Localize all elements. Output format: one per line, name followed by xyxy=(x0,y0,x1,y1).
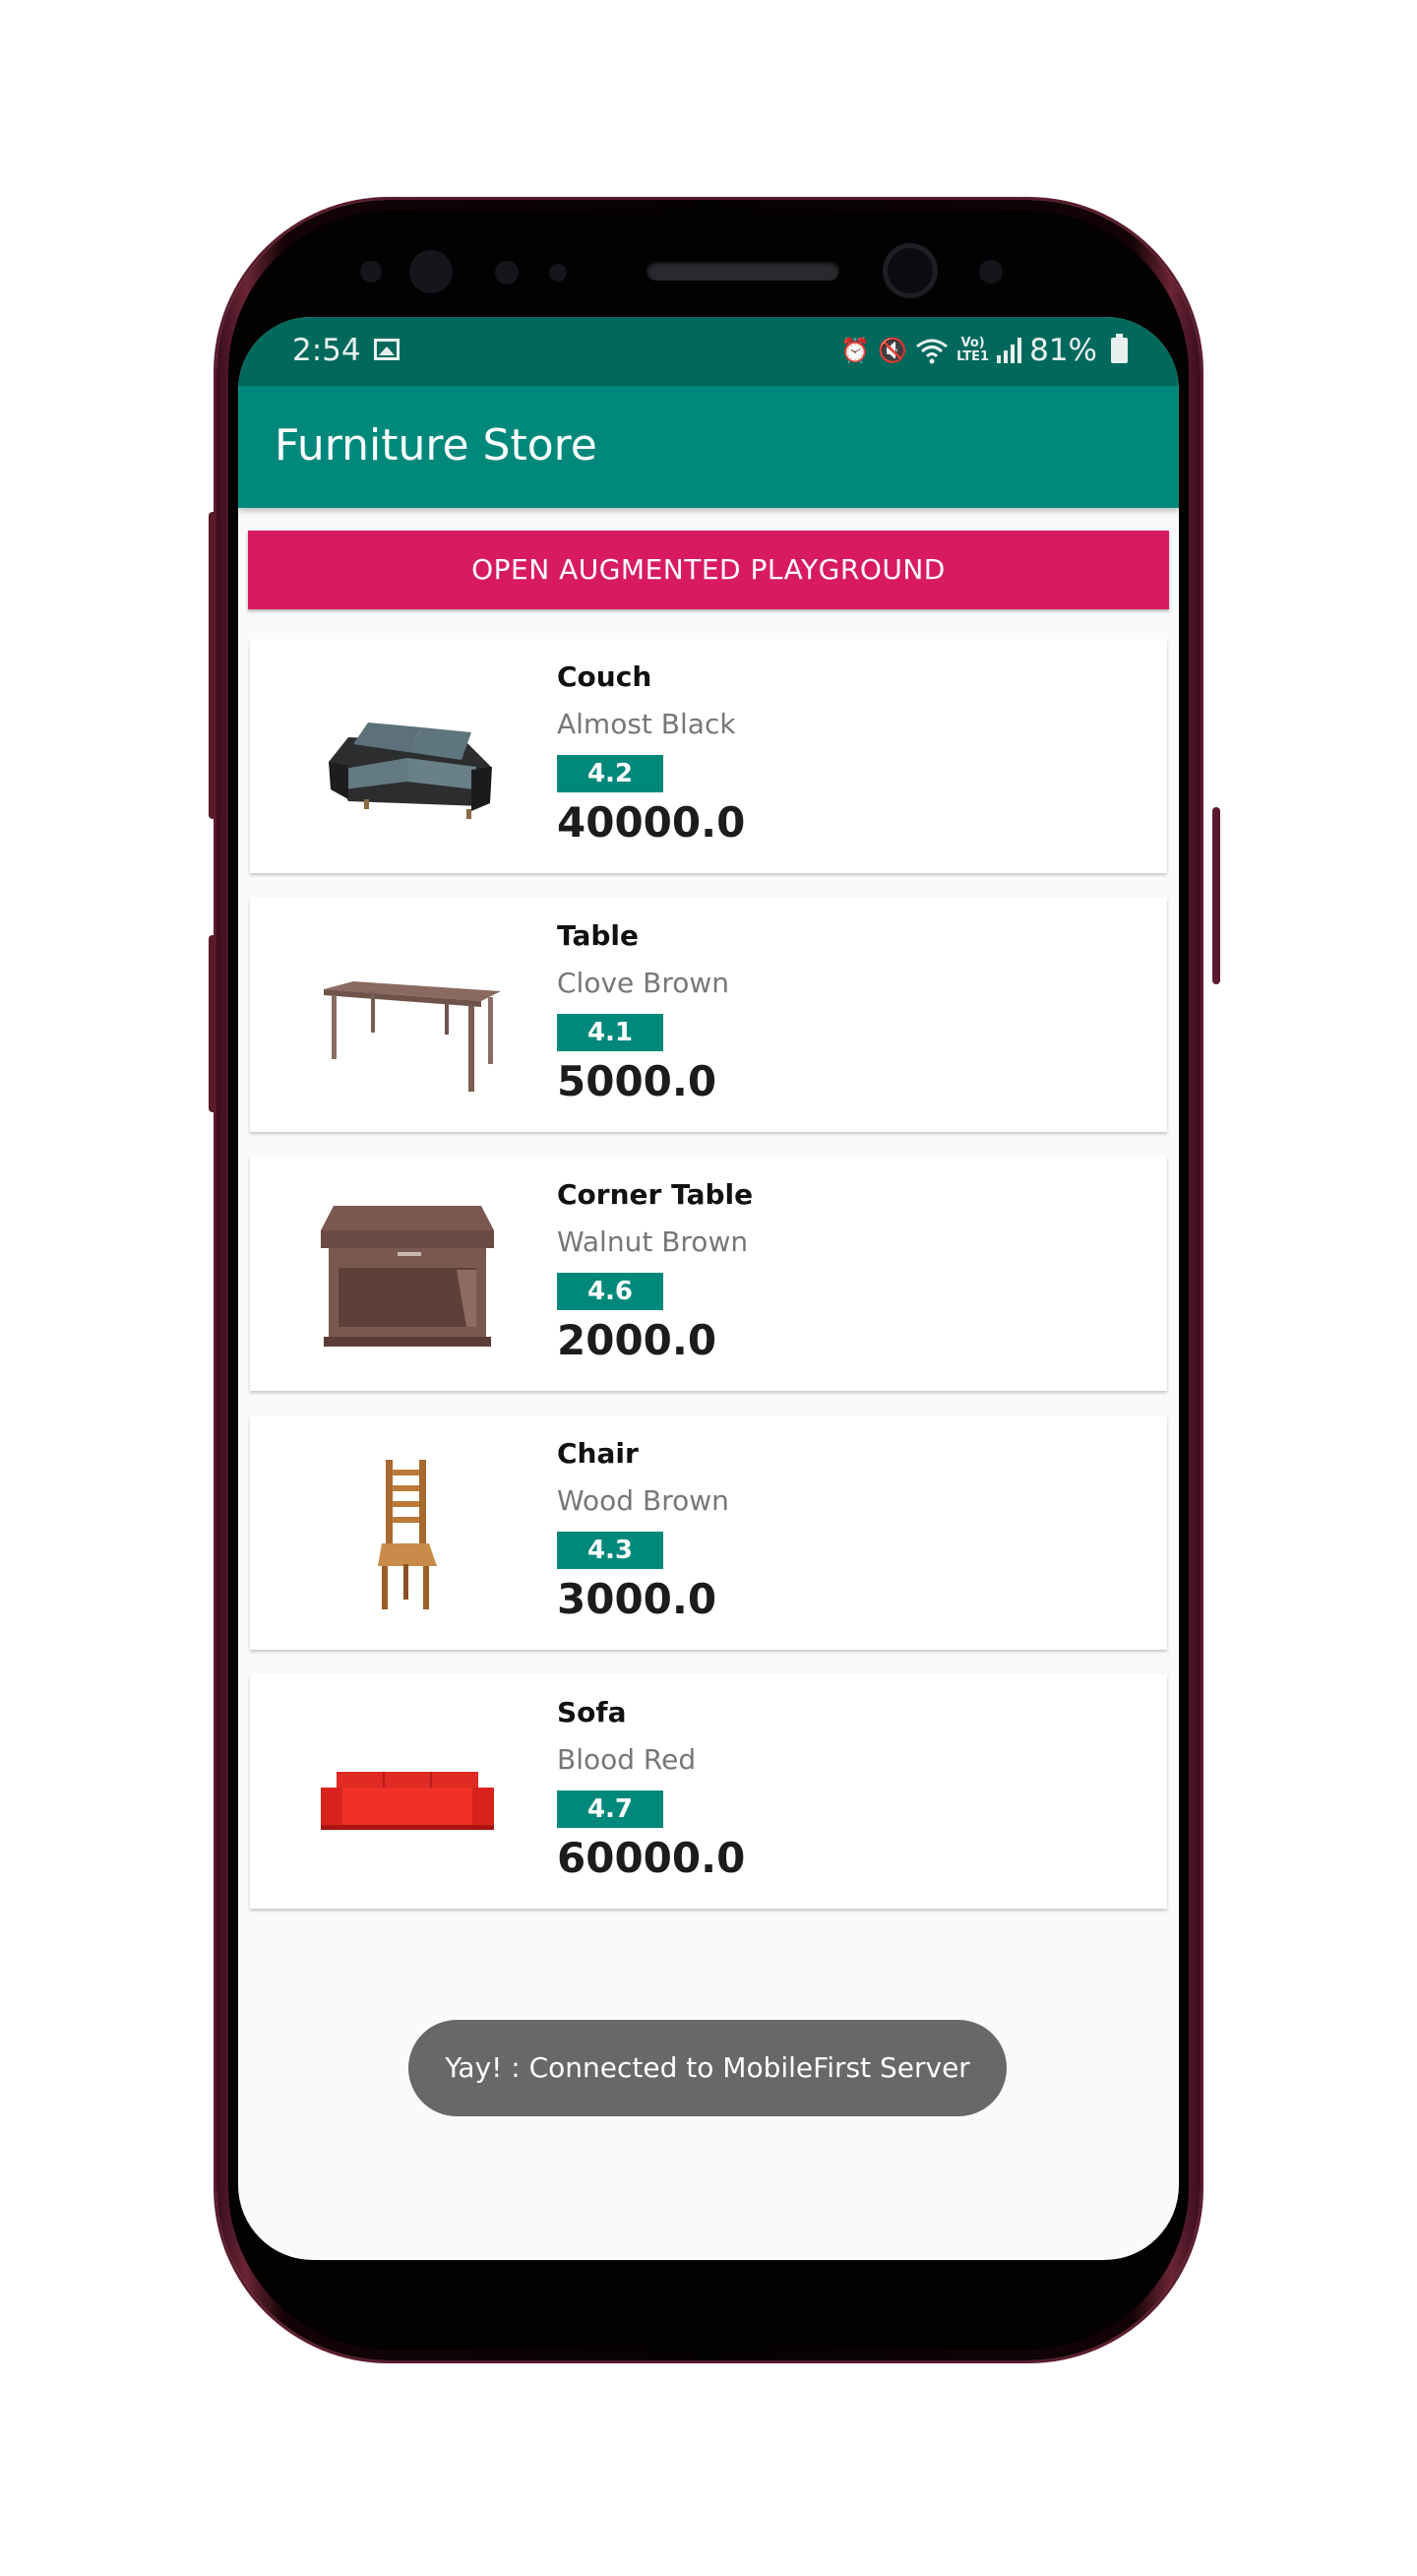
sofa-icon xyxy=(309,1709,506,1874)
battery-percent: 81% xyxy=(1029,333,1097,368)
phone-screen: 2:54 ⏰ 🔇 Vo) LTE1 81% Furniture Store OPE… xyxy=(238,317,1179,2260)
phone-side-button xyxy=(1212,807,1220,984)
rating-badge: 4.3 xyxy=(557,1532,663,1569)
rating-badge: 4.7 xyxy=(557,1791,663,1828)
corner-table-icon xyxy=(309,1191,506,1356)
product-name: Table xyxy=(557,919,640,952)
gallery-icon xyxy=(374,339,400,360)
product-name: Couch xyxy=(557,660,652,693)
front-camera xyxy=(888,248,933,293)
alarm-icon: ⏰ xyxy=(840,337,871,364)
table-icon xyxy=(309,932,506,1098)
product-card-corner-table[interactable]: Corner Table Walnut Brown 4.6 2000.0 xyxy=(250,1157,1167,1391)
rating-badge: 4.2 xyxy=(557,755,663,792)
product-color: Walnut Brown xyxy=(557,1225,749,1258)
front-camera-sensor xyxy=(979,260,1003,283)
product-price: 60000.0 xyxy=(557,1834,746,1882)
product-name: Chair xyxy=(557,1437,639,1470)
open-augmented-playground-button[interactable]: OPEN AUGMENTED PLAYGROUND xyxy=(248,531,1169,609)
wifi-icon xyxy=(916,339,949,364)
chair-icon xyxy=(309,1450,506,1615)
rating-badge: 4.1 xyxy=(557,1014,663,1051)
product-price: 5000.0 xyxy=(557,1057,717,1105)
product-price: 2000.0 xyxy=(557,1316,717,1364)
product-color: Wood Brown xyxy=(557,1484,729,1517)
proximity-sensor xyxy=(360,261,382,283)
product-color: Blood Red xyxy=(557,1743,697,1776)
phone-side-button xyxy=(209,512,216,819)
product-price: 40000.0 xyxy=(557,798,746,847)
battery-icon xyxy=(1111,334,1128,363)
toast-message: Yay! : Connected to MobileFirst Server xyxy=(408,2020,1007,2116)
app-title: Furniture Store xyxy=(275,420,597,471)
rating-badge: 4.6 xyxy=(557,1273,663,1310)
product-card-table[interactable]: Table Clove Brown 4.1 5000.0 xyxy=(250,898,1167,1132)
product-card-chair[interactable]: Chair Wood Brown 4.3 3000.0 xyxy=(250,1415,1167,1650)
product-color: Clove Brown xyxy=(557,967,730,999)
signal-icon xyxy=(997,338,1022,363)
product-card-sofa[interactable]: Sofa Blood Red 4.7 60000.0 xyxy=(250,1674,1167,1909)
status-bar: 2:54 ⏰ 🔇 Vo) LTE1 81% xyxy=(238,317,1179,386)
ir-led xyxy=(495,261,519,284)
product-card-couch[interactable]: Couch Almost Black 4.2 40000.0 xyxy=(250,639,1167,873)
phone-side-button xyxy=(209,935,216,1112)
volte-icon: Vo) LTE1 xyxy=(956,336,990,364)
mute-icon: 🔇 xyxy=(878,337,908,364)
product-name: Corner Table xyxy=(557,1178,754,1211)
status-icons: ⏰ 🔇 Vo) LTE1 81% xyxy=(840,333,1128,368)
product-price: 3000.0 xyxy=(557,1575,717,1623)
product-color: Almost Black xyxy=(557,708,736,740)
status-time: 2:54 xyxy=(292,333,361,368)
iris-sensor xyxy=(409,250,453,293)
product-name: Sofa xyxy=(557,1696,627,1728)
couch-icon xyxy=(309,673,506,839)
earpiece-speaker xyxy=(647,261,839,281)
app-bar: Furniture Store xyxy=(238,386,1179,508)
light-sensor xyxy=(549,264,567,282)
